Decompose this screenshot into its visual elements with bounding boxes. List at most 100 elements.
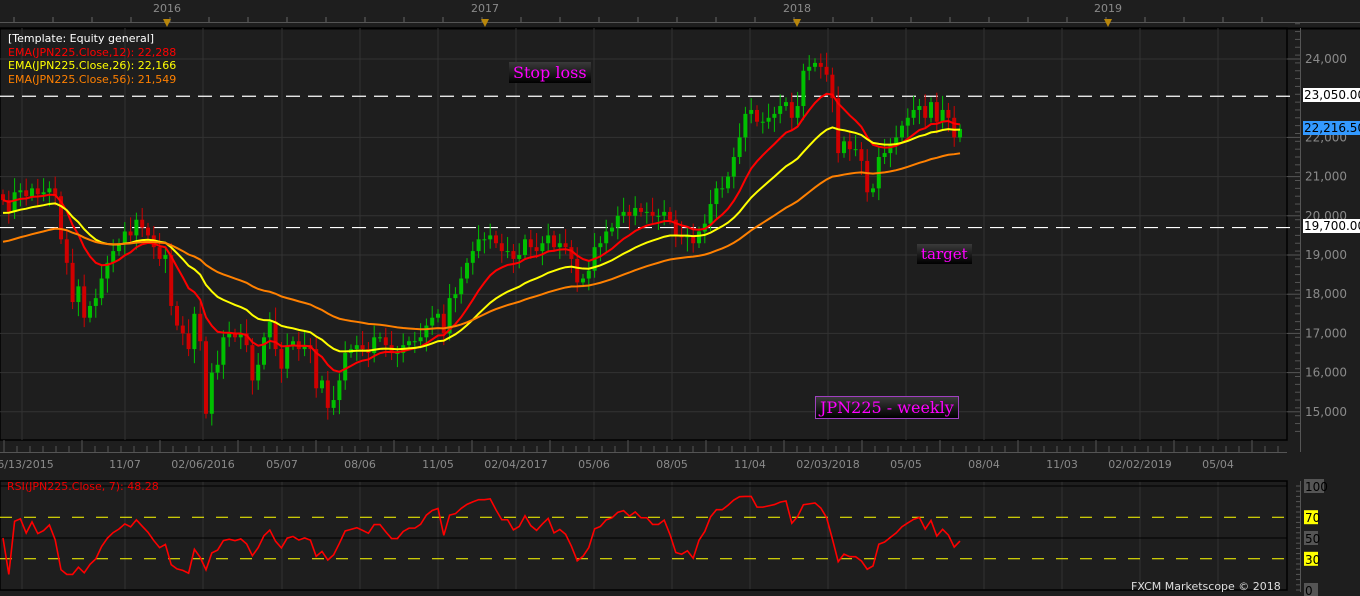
candle-body	[557, 243, 562, 248]
candle-body	[279, 349, 284, 369]
candle-body	[76, 286, 81, 303]
rsi-axis-label: 30	[1305, 553, 1320, 567]
candle-body	[836, 98, 841, 154]
candle-body	[99, 278, 104, 299]
candle-body	[801, 70, 806, 107]
candle-body	[215, 364, 220, 373]
candle-body	[743, 113, 748, 138]
candle-body	[610, 227, 614, 232]
rsi-axis-label: 0	[1305, 584, 1313, 596]
candle-body	[749, 109, 754, 114]
rsi-panel-frame	[0, 480, 1288, 591]
candle-body	[407, 341, 411, 346]
candle-body	[656, 215, 661, 217]
candle-body	[720, 188, 725, 190]
candle-body	[134, 219, 139, 236]
candle-body	[633, 207, 638, 216]
candle-body	[604, 231, 609, 244]
candle-body	[82, 286, 87, 318]
candle-body	[146, 227, 150, 236]
candle-body	[441, 313, 446, 334]
price-axis-label: 16,000	[1305, 366, 1347, 380]
stop-loss-annotation[interactable]: Stop loss	[509, 62, 591, 83]
ema56-label: EMA(JPN225.Close,56): 21,549	[8, 72, 177, 86]
candle-body	[285, 345, 290, 369]
price-axis-label: 18,000	[1305, 287, 1347, 301]
date-tick-label: 02/02/2019	[1108, 458, 1171, 471]
candle-body	[12, 192, 17, 212]
candle-body	[482, 239, 487, 241]
candle-body	[198, 313, 203, 342]
candle-body	[325, 380, 330, 408]
candle-body	[436, 313, 440, 318]
current-price-tag: 22,216.50	[1303, 121, 1360, 135]
candle-body	[598, 243, 603, 248]
candle-body	[517, 255, 522, 259]
price-axis-label: 17,000	[1305, 326, 1347, 340]
candle-body	[163, 255, 168, 259]
date-tick-label: 02/06/2016	[171, 458, 234, 471]
candle-body	[917, 106, 922, 110]
candle-body	[847, 141, 852, 150]
rsi-axis-label: 50	[1305, 532, 1320, 546]
year-label: 2016	[153, 2, 181, 15]
date-tick-label: 08/06	[344, 458, 376, 471]
candle-body	[186, 333, 191, 350]
candle-body	[41, 192, 46, 195]
chart-canvas: 06/13/2015 11/07 02/06/2016 05/07 08/06 11/05…	[0, 0, 1360, 596]
candle-body	[668, 211, 672, 220]
chart-title-annotation[interactable]: JPN225 - weekly	[815, 396, 959, 419]
candle-body	[865, 160, 870, 193]
candle-body	[343, 353, 348, 381]
candle-body	[940, 109, 945, 122]
candle-body	[731, 157, 736, 177]
candle-body	[476, 239, 481, 252]
candle-body	[784, 102, 788, 107]
candle-body	[911, 109, 916, 118]
rsi-line	[2, 495, 961, 576]
candle-body	[697, 231, 701, 244]
ema26-label: EMA(JPN225.Close,26): 22,166	[8, 59, 177, 72]
candle-body	[470, 251, 475, 263]
candle-body	[563, 243, 568, 248]
date-tick-label: 06/13/2015	[0, 458, 54, 471]
candle-body	[383, 337, 388, 346]
candle-body	[412, 341, 417, 343]
candle-body	[453, 294, 458, 299]
candle-body	[552, 235, 556, 248]
candle-body	[952, 117, 957, 138]
candle-body	[540, 243, 545, 252]
candle-body	[813, 62, 817, 67]
candle-body	[929, 102, 933, 118]
date-tick-label: 11/05	[422, 458, 454, 471]
candle-body	[128, 231, 133, 236]
date-tick-label: 05/06	[578, 458, 610, 471]
candle-body	[459, 278, 464, 295]
candle-body	[430, 317, 435, 326]
candle-body	[662, 211, 667, 216]
year-label: 2018	[783, 2, 811, 15]
candle-body	[499, 243, 504, 252]
template-label: [Template: Equity general]	[8, 32, 155, 45]
rsi-axis-label: 70	[1305, 511, 1320, 525]
candle-body	[824, 66, 829, 75]
candle-body	[905, 117, 910, 126]
candle-body	[18, 190, 23, 193]
target-annotation[interactable]: target	[917, 244, 972, 264]
candle-body	[192, 313, 197, 350]
candle-body	[627, 211, 632, 216]
candle-body	[256, 364, 261, 381]
candle-body	[737, 137, 742, 157]
candle-body	[708, 204, 713, 224]
candle-body	[621, 211, 626, 216]
candle-body	[122, 231, 127, 244]
candle-body	[575, 258, 580, 283]
ema56-line	[2, 152, 961, 331]
candle-body	[47, 188, 52, 193]
date-tick-label: 08/05	[656, 458, 688, 471]
top-axis-band	[0, 0, 1360, 28]
candle-body	[789, 102, 794, 118]
candle-body	[488, 235, 493, 240]
candle-body	[755, 109, 759, 122]
candle-body	[644, 211, 649, 213]
